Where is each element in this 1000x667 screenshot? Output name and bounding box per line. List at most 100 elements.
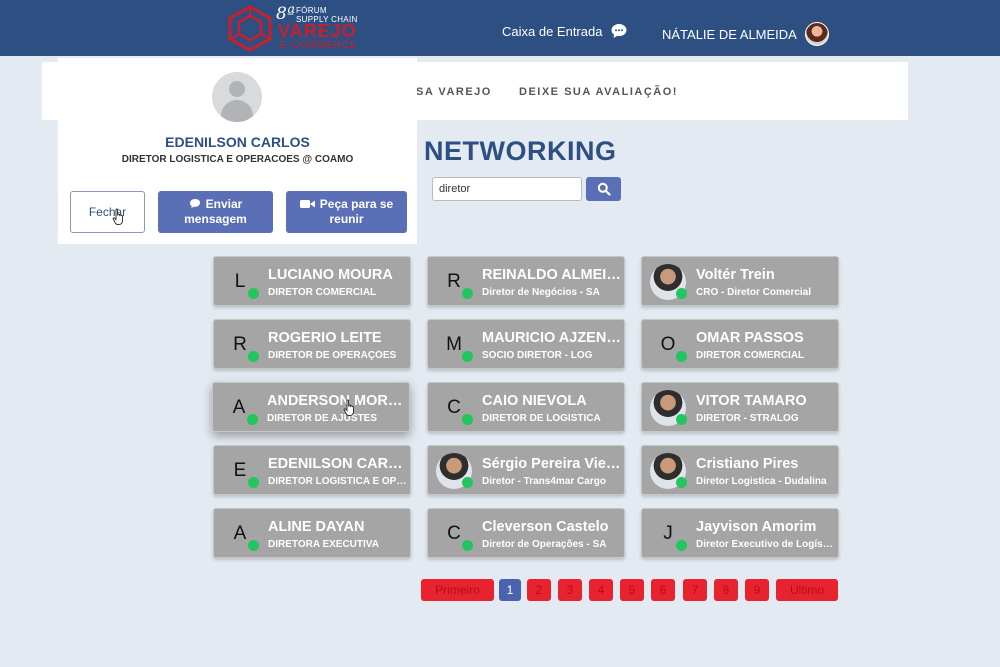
user-avatar — [804, 22, 829, 46]
hand-cursor-icon — [343, 399, 354, 417]
request-meeting-button[interactable]: Peça para se reunir — [286, 191, 407, 233]
profile-name: EDENILSON CARLOS — [165, 134, 310, 150]
avatar-head — [229, 81, 245, 97]
inbox-label: Caixa de Entrada — [502, 23, 603, 39]
online-status-icon — [248, 540, 259, 551]
participant-card[interactable]: R ROGERIO LEITE DIRETOR DE OPERAÇÕES — [213, 319, 411, 369]
participant-name: EDENILSON CARLOS — [268, 456, 408, 472]
participant-initial: L — [234, 271, 246, 292]
participant-card[interactable]: C Cleverson Castelo Diretor de Operações… — [427, 508, 625, 558]
participant-role: DIRETOR - STRALOG — [696, 413, 799, 424]
inbox-link[interactable]: Caixa de Entrada — [502, 22, 628, 40]
search-icon — [597, 182, 611, 196]
participant-role: Diretor Executivo de Logística — [696, 539, 836, 550]
nav-item-avaliacao[interactable]: DEIXE SUA AVALIAÇÃO! — [519, 86, 678, 98]
participant-role: DIRETOR COMERCIAL — [696, 350, 805, 361]
online-status-icon — [676, 414, 687, 425]
participant-role: DIRETOR DE LOGÍSTICA — [482, 413, 601, 424]
participant-card[interactable]: J Jayvison Amorim Diretor Executivo de L… — [641, 508, 839, 558]
send-message-button[interactable]: Enviar mensagem — [158, 191, 273, 233]
participant-name: LUCIANO MOURA — [268, 267, 393, 283]
chat-bubble-icon — [611, 24, 627, 38]
participant-name: REINALDO ALMEIDA — [482, 267, 622, 283]
online-status-icon — [248, 477, 259, 488]
participant-card[interactable]: C CAIO NIEVOLA DIRETOR DE LOGÍSTICA — [427, 382, 625, 432]
pagination-page-button[interactable]: 2 — [527, 579, 551, 601]
search-button[interactable] — [586, 177, 621, 201]
online-status-icon — [462, 351, 473, 362]
pagination-page-button[interactable]: 3 — [558, 579, 582, 601]
participant-role: Diretor - Trans4mar Cargo — [482, 476, 606, 487]
online-status-icon — [247, 414, 258, 425]
participant-role: DIRETOR LOGISTICA E OPERACOES — [268, 476, 408, 487]
online-status-icon — [248, 351, 259, 362]
participant-card[interactable]: L LUCIANO MOURA DIRETOR COMERCIAL — [213, 256, 411, 306]
participant-initial: E — [233, 460, 247, 481]
search-input[interactable] — [432, 177, 582, 201]
logo-brand: VAREJO — [278, 21, 357, 41]
participant-card[interactable]: O OMAR PASSOS DIRETOR COMERCIAL — [641, 319, 839, 369]
online-status-icon — [676, 540, 687, 551]
nav-item-sa-varejo[interactable]: SA VAREJO — [416, 86, 492, 98]
online-status-icon — [676, 351, 687, 362]
participant-card[interactable]: A ANDERSON MOREIRA DIRETOR DE AJUSTES — [212, 382, 410, 432]
participant-initial: J — [663, 523, 673, 544]
participant-name: OMAR PASSOS — [696, 330, 804, 346]
video-camera-icon — [299, 200, 315, 208]
participant-name: Voltér Trein — [696, 267, 775, 283]
pagination-page-button[interactable]: 5 — [620, 579, 644, 601]
logo-brand-sub: E-COMMERCE — [280, 40, 358, 51]
participant-name: MAURICIO AJZENBERG — [482, 330, 622, 346]
participant-name: CAIO NIEVOLA — [482, 393, 587, 409]
participant-initial: M — [446, 334, 462, 355]
participant-card[interactable]: E EDENILSON CARLOS DIRETOR LOGISTICA E O… — [213, 445, 411, 495]
message-bubble-icon — [189, 199, 200, 208]
participant-card[interactable]: Cristiano Pires Diretor Logistica - Duda… — [641, 445, 839, 495]
pagination-page-button[interactable]: 8 — [714, 579, 738, 601]
participant-role: DIRETOR COMERCIAL — [268, 287, 377, 298]
online-status-icon — [462, 477, 473, 488]
online-status-icon — [676, 477, 687, 488]
user-name: NÁTALIE DE ALMEIDA — [662, 26, 797, 42]
participant-role: Diretor de Operações - SA — [482, 539, 607, 550]
participant-role: DIRETOR DE AJUSTES — [267, 413, 378, 424]
send-message-label: Enviar mensagem — [158, 197, 273, 227]
participant-role: DIRETOR DE OPERAÇÕES — [268, 350, 397, 361]
pagination-page-button[interactable]: 4 — [589, 579, 613, 601]
participant-role: Diretor Logistica - Dudalina — [696, 476, 827, 487]
cube-logo-icon — [228, 5, 272, 52]
participant-card[interactable]: A ALINE DAYAN DIRETORA EXECUTIVA — [213, 508, 411, 558]
user-menu[interactable]: NÁTALIE DE ALMEIDA — [662, 22, 829, 46]
participant-card[interactable]: R REINALDO ALMEIDA Diretor de Negócios -… — [427, 256, 625, 306]
participant-card[interactable]: Sérgio Pereira Vieira Diretor - Trans4ma… — [427, 445, 625, 495]
participant-role: SOCIO DIRETOR - LOG — [482, 350, 593, 361]
participant-card[interactable]: VITOR TAMARO DIRETOR - STRALOG — [641, 382, 839, 432]
participant-card[interactable]: M MAURICIO AJZENBERG SOCIO DIRETOR - LOG — [427, 319, 625, 369]
participant-initial: A — [232, 397, 246, 418]
participant-card[interactable]: Voltér Trein CRO - Diretor Comercial — [641, 256, 839, 306]
profile-avatar-icon — [212, 72, 262, 122]
participant-name: Jayvison Amorim — [696, 519, 817, 535]
participant-initial: R — [233, 334, 247, 355]
participant-name: Cristiano Pires — [696, 456, 799, 472]
participant-name: ANDERSON MOREIRA — [267, 393, 407, 409]
online-status-icon — [462, 288, 473, 299]
pagination-page-button[interactable]: 6 — [651, 579, 675, 601]
online-status-icon — [248, 288, 259, 299]
pagination-first-button[interactable]: Primeiro — [421, 579, 494, 601]
logo-line1: FÓRUM — [296, 6, 327, 15]
pagination-page-button[interactable]: 7 — [683, 579, 707, 601]
participant-role: DIRETORA EXECUTIVA — [268, 539, 379, 550]
avatar-body — [221, 100, 253, 122]
hand-cursor-icon — [112, 208, 123, 226]
pagination-page-button[interactable]: 1 — [499, 579, 521, 601]
participant-initial: R — [447, 271, 461, 292]
pagination-page-button[interactable]: 9 — [745, 579, 769, 601]
pagination-last-button[interactable]: Último — [776, 579, 838, 601]
request-meeting-text: Peça para se reunir — [319, 197, 394, 226]
participant-name: Sérgio Pereira Vieira — [482, 456, 622, 472]
event-logo[interactable]: 8ª FÓRUM SUPPLY CHAIN VAREJO E-COMMERCE — [226, 2, 396, 54]
participant-name: ALINE DAYAN — [268, 519, 365, 535]
online-status-icon — [676, 288, 687, 299]
close-button[interactable]: Fechar — [70, 191, 145, 233]
